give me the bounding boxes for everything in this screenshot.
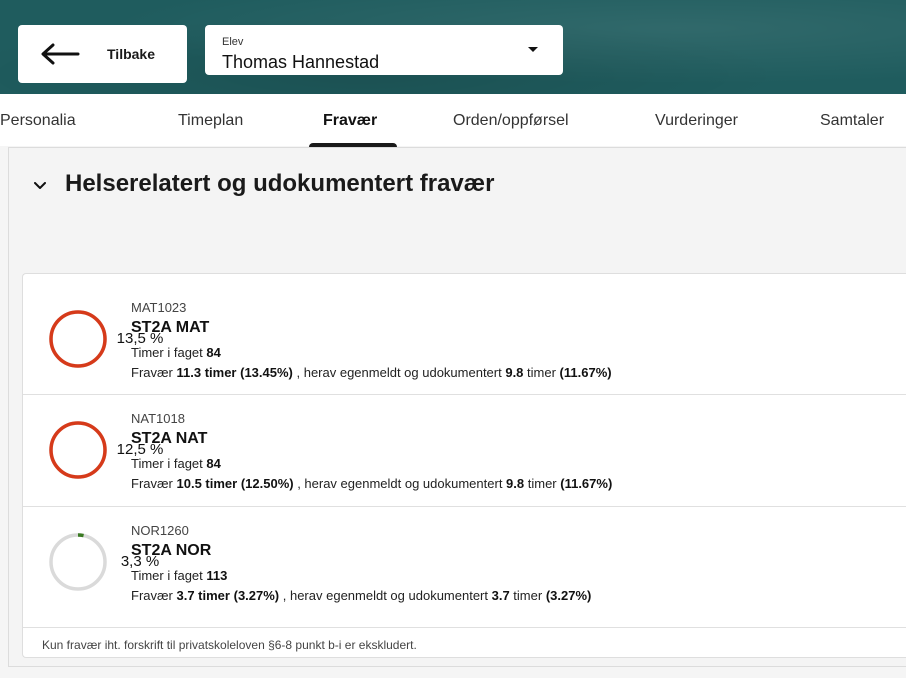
subject-absence-summary: Fravær 11.3 timer (13.45%) , herav egenm… [131,365,612,380]
caret-down-icon [528,47,538,52]
absence-ring: 3,3 % [47,531,159,593]
absence-ring: 12,5 % [47,419,163,481]
row-divider [23,627,906,628]
subject-name: ST2A MAT [131,319,210,336]
top-header: Tilbake Elev Thomas Hannestad [0,0,906,94]
subject-name: ST2A NAT [131,430,208,447]
student-select[interactable]: Elev Thomas Hannestad [205,25,563,75]
back-button[interactable]: Tilbake [18,25,187,83]
chevron-down-icon[interactable] [34,182,46,190]
tab-orden-oppforsel[interactable]: Orden/oppførsel [453,112,569,130]
subject-hours: Timer i faget 84 [131,345,221,360]
subject-absence-summary: Fravær 3.7 timer (3.27%) , herav egenmel… [131,588,592,603]
subject-hours: Timer i faget 113 [131,568,228,583]
tab-samtaler[interactable]: Samtaler [820,112,884,130]
subject-absence-summary: Fravær 10.5 timer (12.50%) , herav egenm… [131,476,613,491]
absence-ring-chart [49,533,107,591]
footnote: Kun fravær iht. forskrift til privatskol… [42,638,417,652]
arrow-left-icon [41,43,80,65]
absence-ring-chart [49,310,107,368]
tab-fravaer[interactable]: Fravær [323,112,377,130]
subject-code: NAT1018 [131,411,185,426]
row-divider [23,394,906,395]
tab-timeplan[interactable]: Timeplan [178,112,243,130]
absence-ring: 13,5 % [47,308,163,370]
student-select-value: Thomas Hannestad [222,52,380,72]
section-title[interactable]: Helserelatert og udokumentert fravær [65,170,494,198]
row-divider [23,506,906,507]
subject-code: MAT1023 [131,300,187,315]
subject-hours: Timer i faget 84 [131,456,221,471]
back-button-label: Tilbake [107,46,155,62]
tab-vurderinger[interactable]: Vurderinger [655,112,738,130]
subject-code: NOR1260 [131,523,189,538]
absence-ring-chart [49,421,107,479]
subject-name: ST2A NOR [131,542,212,559]
student-select-caption: Elev [222,36,244,48]
tab-personalia[interactable]: Personalia [0,112,76,130]
tab-bar: Personalia Timeplan Fravær Orden/oppførs… [0,94,906,146]
